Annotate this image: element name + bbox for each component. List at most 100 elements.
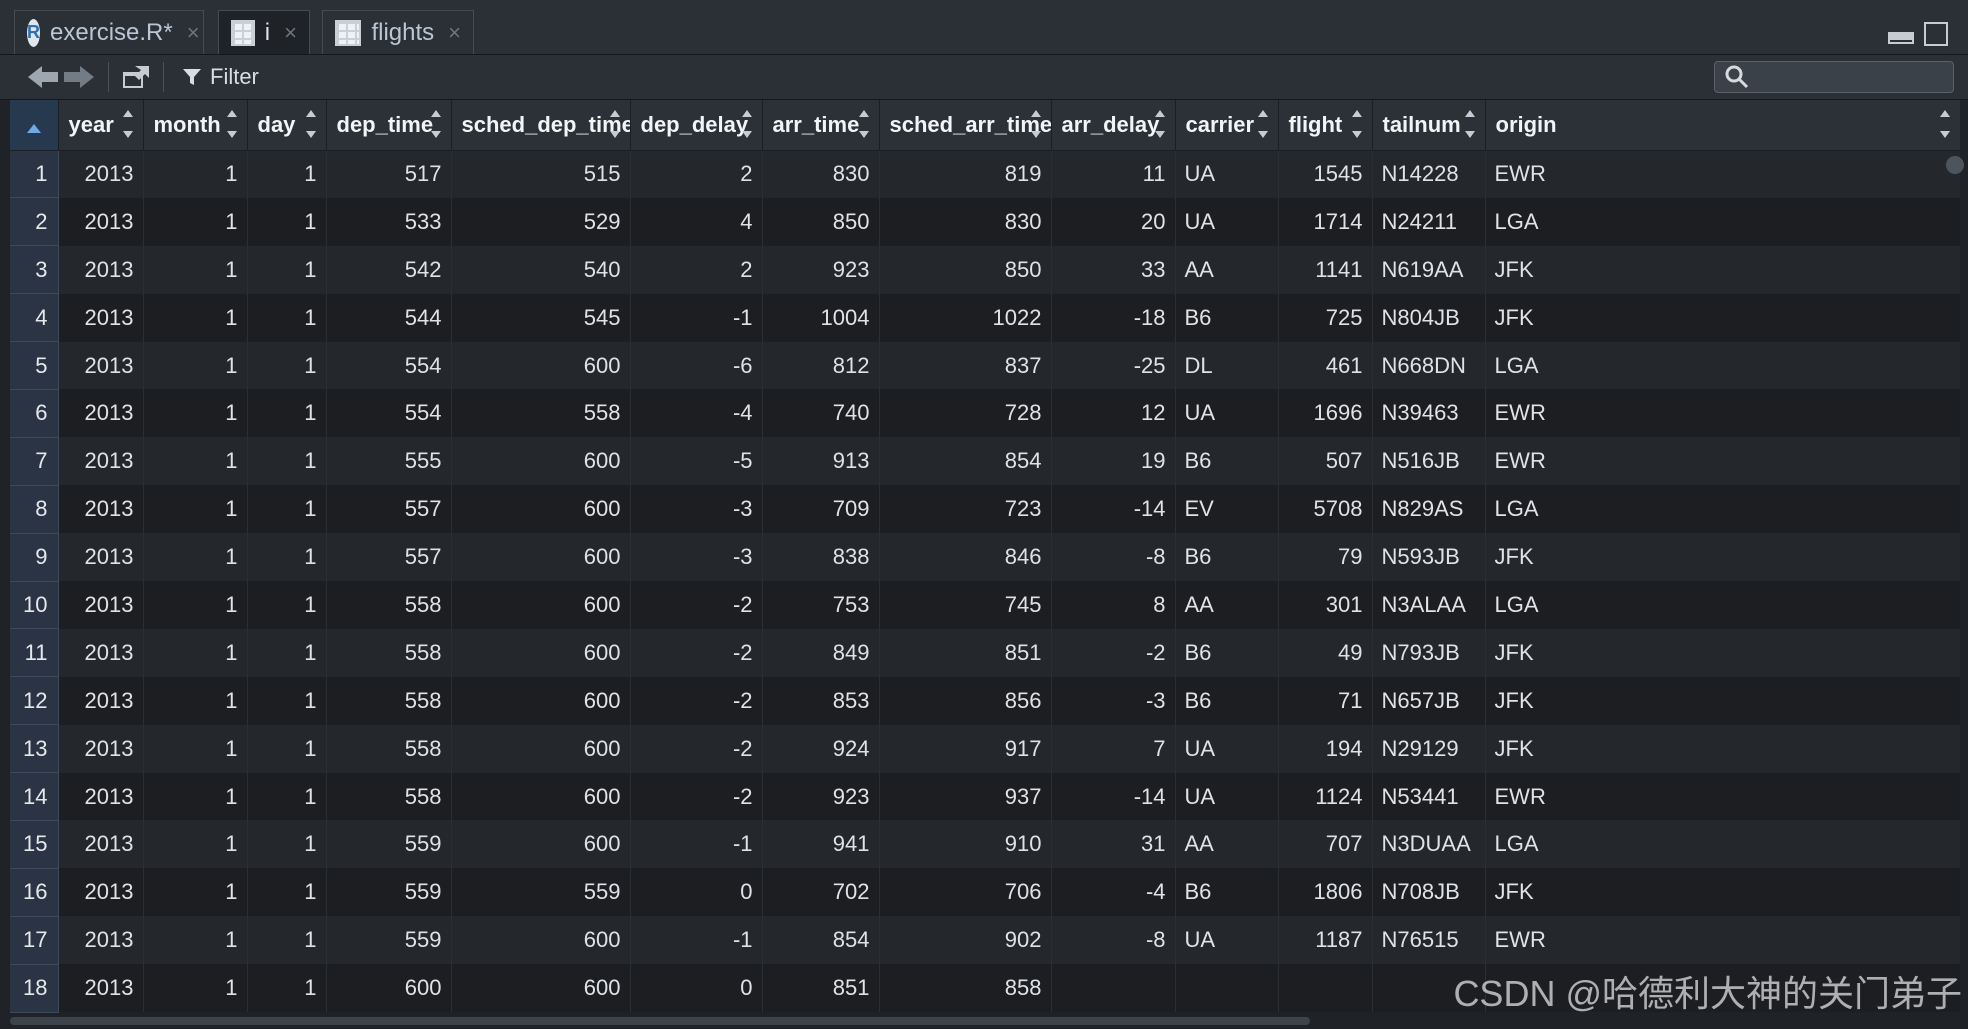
- search-input[interactable]: [1714, 61, 1954, 93]
- cell-day: 1: [247, 437, 327, 486]
- cell-dep-delay: -2: [630, 772, 763, 821]
- close-icon[interactable]: ×: [448, 20, 461, 46]
- cell-month: 1: [143, 724, 248, 773]
- cell-flight: 49: [1278, 628, 1373, 677]
- cell-sched-dep-time: 545: [451, 293, 631, 342]
- cell-day: 1: [247, 772, 327, 821]
- cell-year: 2013: [58, 197, 144, 246]
- grid-icon: [231, 19, 255, 46]
- cell-sched-arr-time: 706: [879, 868, 1052, 917]
- table-row: 11 2013 1 1 558 600 -2 849 851 -2 B6 49 N793JB JFK: [10, 628, 1960, 678]
- sort-toggle-icon[interactable]: [1464, 110, 1475, 138]
- cell-year: 2013: [58, 293, 144, 342]
- close-icon[interactable]: ×: [187, 20, 200, 46]
- column-header-arr-delay[interactable]: arr_delay: [1051, 100, 1176, 151]
- vertical-scroll-thumb[interactable]: [1946, 156, 1964, 174]
- maximize-icon[interactable]: [1924, 22, 1948, 46]
- cell-sched-dep-time: 600: [451, 533, 631, 582]
- horizontal-scrollbar[interactable]: [10, 1017, 1310, 1025]
- column-header-tailnum[interactable]: tailnum: [1372, 100, 1486, 151]
- column-header-flight[interactable]: flight: [1278, 100, 1373, 151]
- cell-day: 1: [247, 389, 327, 438]
- sort-toggle-icon[interactable]: [1351, 110, 1362, 138]
- cell-sched-dep-time: 558: [451, 389, 631, 438]
- cell-sched-dep-time: 600: [451, 676, 631, 725]
- cell-year: 2013: [58, 628, 144, 677]
- sort-toggle-icon[interactable]: [430, 110, 441, 138]
- close-icon[interactable]: ×: [284, 20, 297, 46]
- cell-sched-dep-time: 600: [451, 772, 631, 821]
- cell-sched-arr-time: 745: [879, 581, 1052, 629]
- column-header-day[interactable]: day: [247, 100, 327, 151]
- cell-carrier: B6: [1175, 628, 1279, 677]
- cell-month: 1: [143, 341, 248, 390]
- column-header-year[interactable]: year: [58, 100, 144, 151]
- column-header-dep-delay[interactable]: dep_delay: [630, 100, 763, 151]
- cell-sched-arr-time: 837: [879, 341, 1052, 390]
- cell-origin: EWR: [1485, 916, 1960, 965]
- cell-carrier: B6: [1175, 533, 1279, 582]
- cell-dep-delay: -1: [630, 820, 763, 869]
- sort-toggle-icon[interactable]: [226, 110, 237, 138]
- cell-day: 1: [247, 245, 327, 294]
- cell-tailnum: N657JB: [1372, 676, 1486, 725]
- cell-flight: 1187: [1278, 916, 1373, 965]
- sort-toggle-icon[interactable]: [609, 110, 620, 138]
- cell-year: 2013: [58, 772, 144, 821]
- cell-carrier: AA: [1175, 245, 1279, 294]
- cell-month: 1: [143, 197, 248, 246]
- cell-month: 1: [143, 533, 248, 582]
- sort-toggle-icon[interactable]: [858, 110, 869, 138]
- table-row: 10 2013 1 1 558 600 -2 753 745 8 AA 301 N3ALAA LGA: [10, 581, 1960, 630]
- cell-dep-time: 558: [326, 581, 452, 629]
- cell-day: 1: [247, 581, 327, 629]
- sort-toggle-icon[interactable]: [305, 110, 316, 138]
- cell-arr-delay: -4: [1051, 868, 1176, 917]
- cell-arr-delay: -8: [1051, 916, 1176, 965]
- back-button[interactable]: [26, 59, 60, 95]
- sort-toggle-icon[interactable]: [1030, 110, 1041, 138]
- cell-flight: 1696: [1278, 389, 1373, 438]
- sort-toggle-icon[interactable]: [122, 110, 133, 138]
- cell-sched-dep-time: 600: [451, 628, 631, 677]
- sort-toggle-icon[interactable]: [1257, 110, 1268, 138]
- cell-arr-time: 923: [762, 772, 880, 821]
- column-header-arr-time[interactable]: arr_time: [762, 100, 880, 151]
- cell-sched-arr-time: 728: [879, 389, 1052, 438]
- cell-origin: LGA: [1485, 197, 1960, 246]
- row-number: 11: [10, 628, 59, 678]
- cell-sched-arr-time: 902: [879, 916, 1052, 965]
- column-header-label: year: [68, 111, 114, 137]
- cell-day: 1: [247, 868, 327, 917]
- cell-tailnum: N793JB: [1372, 628, 1486, 677]
- cell-carrier: B6: [1175, 437, 1279, 486]
- column-header-dep-time[interactable]: dep_time: [326, 100, 452, 151]
- minimize-icon[interactable]: [1888, 32, 1914, 44]
- tab-flights[interactable]: flights ×: [322, 10, 474, 54]
- row-index-header[interactable]: [10, 100, 59, 151]
- forward-button[interactable]: [62, 59, 96, 95]
- cell-tailnum: N619AA: [1372, 245, 1486, 294]
- cell-flight: 1545: [1278, 150, 1373, 198]
- sort-toggle-icon[interactable]: [741, 110, 752, 138]
- cell-month: 1: [143, 245, 248, 294]
- cell-dep-time: 559: [326, 820, 452, 869]
- tab-exercise-r[interactable]: R exercise.R* ×: [14, 10, 204, 54]
- cell-dep-delay: -3: [630, 533, 763, 582]
- cell-arr-time: 702: [762, 868, 880, 917]
- filter-button[interactable]: Filter: [176, 59, 265, 95]
- column-header-month[interactable]: month: [143, 100, 248, 151]
- popout-window-icon: [123, 66, 149, 88]
- column-header-carrier[interactable]: carrier: [1175, 100, 1279, 151]
- sort-toggle-icon[interactable]: [1939, 110, 1950, 138]
- cell-flight: 725: [1278, 293, 1373, 342]
- column-header-sched-arr-time[interactable]: sched_arr_time: [879, 100, 1052, 151]
- cell-sched-dep-time: 540: [451, 245, 631, 294]
- cell-sched-arr-time: 858: [879, 964, 1052, 1013]
- popout-button[interactable]: [121, 59, 151, 95]
- column-header-sched-dep-time[interactable]: sched_dep_time: [451, 100, 631, 151]
- cell-sched-dep-time: 600: [451, 916, 631, 965]
- tab-i[interactable]: i ×: [218, 10, 310, 54]
- column-header-origin[interactable]: origin: [1485, 100, 1960, 151]
- sort-toggle-icon[interactable]: [1154, 110, 1165, 138]
